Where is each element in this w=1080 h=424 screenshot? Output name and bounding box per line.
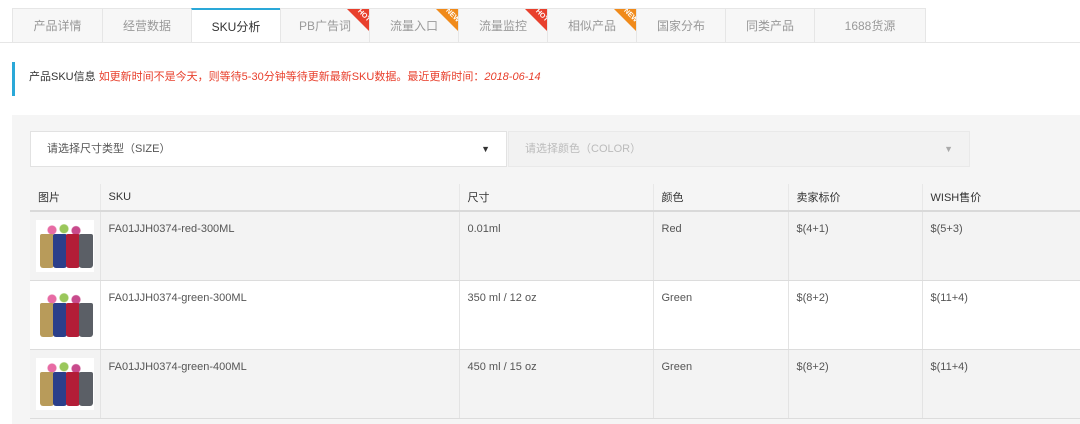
caret-down-icon: ▼ bbox=[481, 144, 490, 154]
cup-icon bbox=[40, 371, 54, 406]
table-header-row: 图片 SKU 尺寸 颜色 卖家标价 WISH售价 bbox=[30, 184, 1080, 212]
tab-country-distribution[interactable]: 国家分布 bbox=[636, 8, 725, 43]
cup-icon bbox=[79, 234, 93, 268]
sku-table: 图片 SKU 尺寸 颜色 卖家标价 WISH售价 FA01JJH0374-red… bbox=[30, 184, 1080, 419]
seller-price-cell: $(8+2) bbox=[787, 349, 922, 419]
tab-label: 经营数据 bbox=[122, 19, 171, 33]
tab-similar-products[interactable]: 相似产品 NEW bbox=[547, 8, 636, 43]
tab-traffic-monitor[interactable]: 流量监控 HOT bbox=[458, 8, 547, 43]
cup-icon bbox=[66, 234, 80, 268]
wish-price-cell: $(11+4) bbox=[921, 349, 1080, 419]
table-row: FA01JJH0374-green-400ML 450 ml / 15 oz G… bbox=[30, 349, 1080, 419]
cup-icon bbox=[40, 234, 54, 268]
color-cell: Green bbox=[652, 349, 788, 419]
table-row: FA01JJH0374-green-300ML 350 ml / 12 oz G… bbox=[30, 280, 1080, 350]
caret-down-icon: ▼ bbox=[944, 144, 953, 154]
tab-label: 国家分布 bbox=[656, 19, 705, 33]
cup-icon bbox=[66, 302, 80, 337]
color-select[interactable]: 请选择颜色（COLOR） ▼ bbox=[508, 131, 970, 167]
tab-product-details[interactable]: 产品详情 bbox=[12, 8, 102, 43]
cup-icon bbox=[79, 371, 93, 406]
tab-same-category[interactable]: 同类产品 bbox=[725, 8, 814, 43]
color-cell: Green bbox=[652, 280, 788, 350]
cup-icon bbox=[53, 371, 67, 406]
wish-price-cell: $(5+3) bbox=[921, 211, 1080, 281]
tab-label: PB广告词 bbox=[298, 19, 351, 33]
info-message: 如更新时间不是今天，则等待5-30分钟等待更新最新SKU数据。最近更新时间： bbox=[98, 71, 485, 83]
tab-label: 同类产品 bbox=[745, 19, 794, 33]
sku-cell: FA01JJH0374-green-300ML bbox=[99, 280, 459, 350]
tab-label: 相似产品 bbox=[567, 19, 616, 33]
product-thumbnail-cell bbox=[30, 280, 100, 350]
product-thumbnail-cell bbox=[30, 349, 100, 419]
tab-label: SKU分析 bbox=[211, 20, 261, 34]
table-row: FA01JJH0374-red-300ML 0.01ml Red $(4+1) … bbox=[30, 211, 1080, 281]
sku-panel: 请选择尺寸类型（SIZE） ▼ 请选择颜色（COLOR） ▼ 图片 SKU 尺寸… bbox=[12, 115, 1080, 424]
sku-cell: FA01JJH0374-green-400ML bbox=[99, 349, 459, 419]
tab-pb-keywords[interactable]: PB广告词 HOT bbox=[280, 8, 369, 43]
column-header-image: 图片 bbox=[30, 184, 100, 212]
color-select-placeholder: 请选择颜色（COLOR） bbox=[525, 143, 642, 155]
tab-label: 流量入口 bbox=[389, 19, 438, 33]
column-header-wish-price: WISH售价 bbox=[921, 184, 1080, 212]
product-thumbnail[interactable] bbox=[36, 288, 94, 341]
sku-cell: FA01JJH0374-red-300ML bbox=[99, 211, 459, 281]
tab-sku-analysis[interactable]: SKU分析 bbox=[191, 8, 280, 43]
product-thumbnail[interactable] bbox=[36, 220, 94, 272]
size-select-placeholder: 请选择尺寸类型（SIZE） bbox=[47, 143, 171, 155]
cup-icon bbox=[66, 371, 80, 406]
cup-icon bbox=[53, 302, 67, 337]
size-cell: 350 ml / 12 oz bbox=[458, 280, 653, 350]
column-header-color: 颜色 bbox=[652, 184, 788, 212]
tab-business-data[interactable]: 经营数据 bbox=[102, 8, 191, 43]
tab-label: 产品详情 bbox=[33, 19, 82, 33]
info-update-date: 2018-06-14 bbox=[484, 71, 541, 83]
wish-price-cell: $(11+4) bbox=[921, 280, 1080, 350]
tab-label: 1688货源 bbox=[844, 19, 896, 33]
cup-icon bbox=[79, 302, 93, 337]
tab-1688-source[interactable]: 1688货源 bbox=[814, 8, 926, 43]
seller-price-cell: $(8+2) bbox=[787, 280, 922, 350]
cup-icon bbox=[40, 302, 54, 337]
size-cell: 450 ml / 15 oz bbox=[458, 349, 653, 419]
tab-traffic-entry[interactable]: 流量入口 NEW bbox=[369, 8, 458, 43]
tab-bar: 产品详情 经营数据 SKU分析 PB广告词 HOT 流量入口 NEW 流量监控 HOT… bbox=[12, 8, 926, 43]
column-header-sku: SKU bbox=[99, 184, 459, 212]
tab-label: 流量监控 bbox=[478, 19, 527, 33]
size-cell: 0.01ml bbox=[458, 211, 653, 281]
product-thumbnail[interactable] bbox=[36, 357, 94, 410]
size-type-select[interactable]: 请选择尺寸类型（SIZE） ▼ bbox=[30, 131, 507, 167]
column-header-seller-price: 卖家标价 bbox=[787, 184, 922, 212]
color-cell: Red bbox=[652, 211, 788, 281]
sku-info-notice: 产品SKU信息 如更新时间不是今天，则等待5-30分钟等待更新最新SKU数据。最… bbox=[12, 62, 541, 96]
column-header-size: 尺寸 bbox=[458, 184, 653, 212]
seller-price-cell: $(4+1) bbox=[787, 211, 922, 281]
tabs-divider bbox=[0, 42, 1080, 43]
info-label: 产品SKU信息 bbox=[29, 71, 96, 83]
cup-icon bbox=[53, 234, 67, 268]
product-thumbnail-cell bbox=[30, 211, 100, 281]
